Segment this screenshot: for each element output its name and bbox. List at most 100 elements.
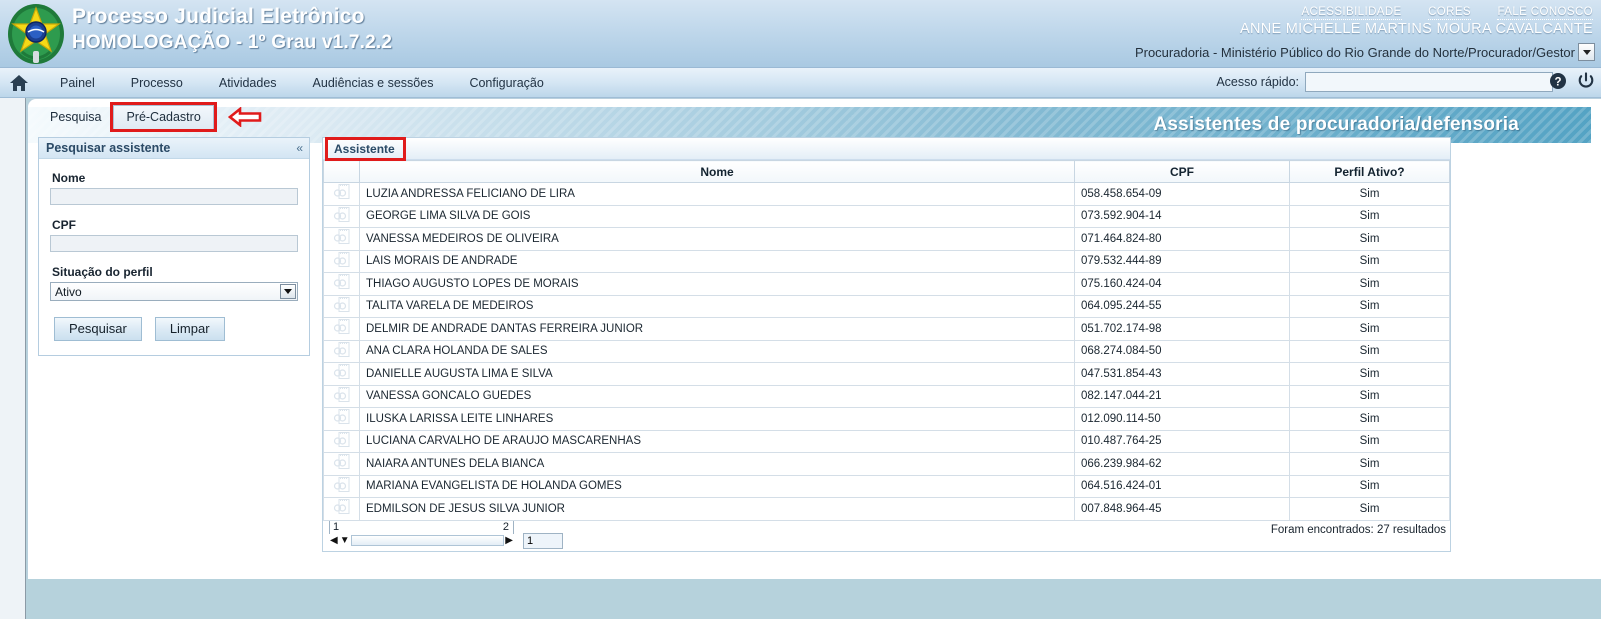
view-record-icon[interactable] xyxy=(333,386,351,407)
table-row[interactable]: ILUSKA LARISSA LEITE LINHARES 012.090.114… xyxy=(323,407,1450,431)
view-record-icon[interactable] xyxy=(333,341,351,362)
nav-item-atividades[interactable]: Atividades xyxy=(201,76,295,90)
paginator-track[interactable] xyxy=(350,535,505,546)
row-action-cell[interactable] xyxy=(323,227,360,251)
row-action-cell[interactable] xyxy=(323,249,360,273)
cell-cpf: 064.095.244-55 xyxy=(1074,294,1290,318)
tab-pre-cadastro[interactable]: Pré-Cadastro xyxy=(110,102,217,132)
page-title: Assistentes de procuradoria/defensoria xyxy=(1153,114,1519,135)
power-logout-icon[interactable] xyxy=(1577,72,1595,90)
clear-button[interactable]: Limpar xyxy=(154,317,225,341)
logged-user-name: ANNE MICHELLE MARTINS MOURA CAVALCANTE xyxy=(1239,21,1593,37)
paginator-thumb-icon[interactable]: ▼ xyxy=(339,535,351,546)
nav-item-processo[interactable]: Processo xyxy=(113,76,201,90)
view-record-icon[interactable] xyxy=(333,184,351,204)
cpf-input[interactable] xyxy=(50,235,298,252)
next-page-icon[interactable]: ▶ xyxy=(504,535,514,546)
colors-link[interactable]: CORES xyxy=(1428,6,1471,20)
page-mark-2[interactable]: 2 xyxy=(503,521,509,533)
nav-item-painel[interactable]: Painel xyxy=(42,76,113,90)
view-record-icon[interactable] xyxy=(333,499,351,519)
contact-us-link[interactable]: FALE CONOSCO xyxy=(1497,6,1593,20)
main-navigation-bar: Painel Processo Atividades Audiências e … xyxy=(0,68,1601,98)
view-record-icon[interactable] xyxy=(333,431,351,452)
view-record-icon[interactable] xyxy=(333,296,351,317)
paginator[interactable]: 1 2 ◀ ▼ ▶ xyxy=(329,520,514,549)
chevron-down-icon[interactable] xyxy=(1578,43,1595,61)
row-action-cell[interactable] xyxy=(323,452,360,476)
cell-perfil-ativo: Sim xyxy=(1289,272,1450,296)
tab-assistente[interactable]: Assistente xyxy=(325,136,406,161)
current-page-input[interactable] xyxy=(523,532,563,549)
accessibility-link[interactable]: ACESSIBILIDADE xyxy=(1301,6,1402,20)
situacao-perfil-select[interactable]: Ativo xyxy=(50,282,298,301)
view-record-icon[interactable] xyxy=(333,274,351,294)
cell-nome: ANA CLARA HOLANDA DE SALES xyxy=(359,339,1075,363)
table-row[interactable]: LUCIANA CARVALHO DE ARAUJO MASCARENHAS 01… xyxy=(323,429,1450,453)
row-action-cell[interactable] xyxy=(323,474,360,498)
table-row[interactable]: VANESSA MEDEIROS DE OLIVEIRA 071.464.824-… xyxy=(323,227,1450,251)
row-action-cell[interactable] xyxy=(323,407,360,431)
cell-nome: NAIARA ANTUNES DELA BIANCA xyxy=(359,452,1075,476)
home-icon[interactable] xyxy=(8,73,30,93)
view-record-icon[interactable] xyxy=(333,409,351,429)
chevron-down-icon[interactable] xyxy=(280,284,296,299)
table-row[interactable]: LUZIA ANDRESSA FELICIANO DE LIRA 058.458.… xyxy=(323,182,1450,206)
search-button[interactable]: Pesquisar xyxy=(54,317,142,341)
cell-nome: TALITA VARELA DE MEDEIROS xyxy=(359,294,1075,318)
view-record-icon[interactable] xyxy=(333,364,351,384)
row-action-cell[interactable] xyxy=(323,362,360,386)
view-record-icon[interactable] xyxy=(333,251,351,272)
view-record-icon[interactable] xyxy=(333,476,351,497)
row-action-cell[interactable] xyxy=(323,317,360,341)
row-action-cell[interactable] xyxy=(323,497,360,521)
row-action-cell[interactable] xyxy=(323,339,360,363)
row-action-cell[interactable] xyxy=(323,272,360,296)
nome-input[interactable] xyxy=(50,188,298,205)
table-row[interactable]: VANESSA GONCALO GUEDES 082.147.044-21 Sim xyxy=(323,384,1450,408)
table-row[interactable]: DANIELLE AUGUSTA LIMA E SILVA 047.531.854… xyxy=(323,362,1450,386)
search-panel-header: Pesquisar assistente « xyxy=(39,138,309,159)
cell-cpf: 007.848.964-45 xyxy=(1074,497,1290,521)
cell-nome: VANESSA GONCALO GUEDES xyxy=(359,384,1075,408)
table-row[interactable]: GEORGE LIMA SILVA DE GOIS 073.592.904-14 S… xyxy=(323,204,1450,228)
row-action-cell[interactable] xyxy=(323,204,360,228)
page-body: Assistentes de procuradoria/defensoria P… xyxy=(0,98,1601,619)
row-action-cell[interactable] xyxy=(323,384,360,408)
cell-nome: VANESSA MEDEIROS DE OLIVEIRA xyxy=(359,227,1075,251)
nav-item-configuracao[interactable]: Configuração xyxy=(451,76,561,90)
view-record-icon[interactable] xyxy=(333,206,351,227)
col-header-cpf[interactable]: CPF xyxy=(1074,160,1290,183)
row-action-cell[interactable] xyxy=(323,429,360,453)
table-row[interactable]: EDMILSON DE JESUS SILVA JUNIOR 007.848.96… xyxy=(323,497,1450,521)
prev-page-icon[interactable]: ◀ xyxy=(329,535,339,546)
table-row[interactable]: NAIARA ANTUNES DELA BIANCA 066.239.984-62… xyxy=(323,452,1450,476)
profile-selector[interactable]: Procuradoria - Ministério Público do Rio… xyxy=(1135,42,1595,62)
results-count-text: Foram encontrados: 27 resultados xyxy=(1270,523,1446,536)
table-row[interactable]: ANA CLARA HOLANDA DE SALES 068.274.084-50… xyxy=(323,339,1450,363)
col-header-perfil-ativo[interactable]: Perfil Ativo? xyxy=(1289,160,1450,183)
col-header-nome[interactable]: Nome xyxy=(359,160,1075,183)
table-row[interactable]: MARIANA EVANGELISTA DE HOLANDA GOMES 064.… xyxy=(323,474,1450,498)
view-record-icon[interactable] xyxy=(333,454,351,474)
view-record-icon[interactable] xyxy=(333,229,351,249)
table-row[interactable]: THIAGO AUGUSTO LOPES DE MORAIS 075.160.42… xyxy=(323,272,1450,296)
nav-item-audiencias-e-sessoes[interactable]: Audiências e sessões xyxy=(295,76,452,90)
table-row[interactable]: DELMIR DE ANDRADE DANTAS FERREIRA JUNIOR… xyxy=(323,317,1450,341)
quick-access-input[interactable] xyxy=(1305,72,1553,92)
help-icon[interactable]: ? xyxy=(1549,72,1567,90)
row-action-cell[interactable] xyxy=(323,294,360,318)
results-panel: Assistente Nome CPF Perfil Ativo? LUZIA … xyxy=(322,136,1451,552)
row-action-cell[interactable] xyxy=(323,182,360,206)
cell-cpf: 075.160.424-04 xyxy=(1074,272,1290,296)
view-record-icon[interactable] xyxy=(333,319,351,339)
table-row[interactable]: LAIS MORAIS DE ANDRADE 079.532.444-89 Sim xyxy=(323,249,1450,273)
paginator-scroll[interactable]: ◀ ▼ ▶ xyxy=(329,534,514,548)
page-tabs: Pesquisa Pré-Cadastro xyxy=(38,102,262,132)
cell-perfil-ativo: Sim xyxy=(1289,497,1450,521)
collapse-panel-icon[interactable]: « xyxy=(296,141,303,155)
table-row[interactable]: TALITA VARELA DE MEDEIROS 064.095.244-55 S… xyxy=(323,294,1450,318)
tab-pesquisa[interactable]: Pesquisa xyxy=(38,106,113,129)
table-footer: 1 2 ◀ ▼ ▶ Foram encontrados: 27 resultad… xyxy=(323,520,1450,551)
page-mark-1[interactable]: 1 xyxy=(333,521,339,533)
